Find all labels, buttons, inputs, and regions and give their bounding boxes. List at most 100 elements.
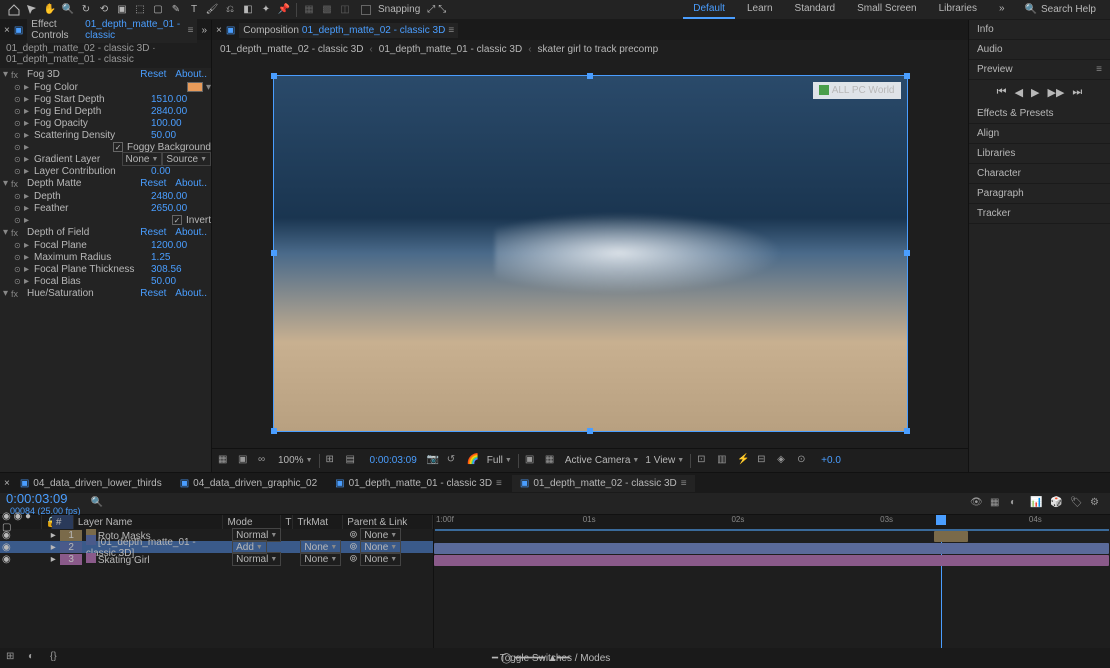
roto-tool-icon[interactable]: ✦ xyxy=(258,2,274,18)
breadcrumb-item[interactable]: skater girl to track precomp xyxy=(538,44,659,55)
handle-tm[interactable] xyxy=(587,73,593,79)
zoom-tool-icon[interactable]: 🔍 xyxy=(60,2,76,18)
tl-tab[interactable]: ▣01_depth_matte_01 - classic 3D≡ xyxy=(327,475,510,492)
rp-info[interactable]: Info xyxy=(969,20,1110,40)
next-frame-icon[interactable]: ▶▶ xyxy=(1048,86,1065,99)
mesh-icon[interactable]: ▦ xyxy=(301,2,317,18)
effect-property[interactable]: ⊙▸Focal Bias50.00 xyxy=(0,275,211,287)
effect-property[interactable]: ⊙▸Feather2650.00 xyxy=(0,202,211,214)
effect-property[interactable]: ⊙▸Fog Color▾ xyxy=(0,81,211,93)
timeline-layer[interactable]: ◉▸3Skating GirlNormal ▼None ▼⊚ None ▼ xyxy=(0,553,433,565)
channel-icon[interactable]: 🌈 xyxy=(467,454,481,468)
motion-blur-icon[interactable]: ◐ xyxy=(1010,497,1024,511)
camera-tool-icon[interactable]: ▣ xyxy=(114,2,130,18)
effect-header[interactable]: ▾fxHue/SaturationResetAbout.. xyxy=(0,287,211,300)
camera-dropdown[interactable]: Active Camera▼ xyxy=(565,455,640,466)
handle-tr[interactable] xyxy=(904,73,910,79)
eraser-tool-icon[interactable]: ◧ xyxy=(240,2,256,18)
effect-property[interactable]: ⊙▸Invert xyxy=(0,214,211,226)
text-tool-icon[interactable]: T xyxy=(186,2,202,18)
zoom-dropdown[interactable]: 100%▼ xyxy=(278,455,313,466)
ws-libraries[interactable]: Libraries xyxy=(929,0,987,19)
rp-effects-presets[interactable]: Effects & Presets xyxy=(969,104,1110,124)
effect-property[interactable]: ⊙▸Fog Opacity100.00 xyxy=(0,117,211,129)
search-help[interactable]: 🔍 Search Help xyxy=(1017,4,1104,15)
breadcrumb-item[interactable]: 01_depth_matte_01 - classic 3D xyxy=(379,44,522,55)
close-icon[interactable]: × xyxy=(216,25,222,36)
handle-bl[interactable] xyxy=(271,428,277,434)
ws-more[interactable]: » xyxy=(989,0,1015,19)
handle-bm[interactable] xyxy=(587,428,593,434)
handle-rm[interactable] xyxy=(904,250,910,256)
roi-icon[interactable]: ▣ xyxy=(525,454,539,468)
first-frame-icon[interactable]: ⏮ xyxy=(997,86,1007,99)
snapshot-icon[interactable]: 📷 xyxy=(427,454,441,468)
toggle-switches[interactable]: Toggle Switches / Modes xyxy=(500,653,611,664)
selection-tool-icon[interactable] xyxy=(24,2,40,18)
rp-libraries[interactable]: Libraries xyxy=(969,144,1110,164)
ws-standard[interactable]: Standard xyxy=(785,0,846,19)
grid-icon[interactable]: ▤ xyxy=(346,454,360,468)
brush-tool-icon[interactable]: 🖌 xyxy=(204,2,220,18)
effect-property[interactable]: ⊙▸Layer Contribution0.00 xyxy=(0,165,211,177)
effect-property[interactable]: ⊙▸Maximum Radius1.25 xyxy=(0,251,211,263)
exposure-value[interactable]: +0.0 xyxy=(817,455,845,466)
breadcrumb-item[interactable]: 01_depth_matte_02 - classic 3D xyxy=(220,44,363,55)
handle-lm[interactable] xyxy=(271,250,277,256)
mesh2-icon[interactable]: ▩ xyxy=(319,2,335,18)
effect-header[interactable]: ▾fxFog 3DResetAbout.. xyxy=(0,68,211,81)
time-ruler[interactable]: 1:00f 01s 02s 03s 04s xyxy=(434,515,1110,529)
snapping-toggle[interactable]: Snapping ⤢⤡ xyxy=(355,4,452,15)
pan-tool-icon[interactable]: ⬚ xyxy=(132,2,148,18)
alpha-icon[interactable]: ▦ xyxy=(218,454,232,468)
frame-blend-icon[interactable]: ▦ xyxy=(990,497,1004,511)
footer-icon[interactable]: ◐ xyxy=(28,651,42,665)
pixel-aspect-icon[interactable]: ▥ xyxy=(717,454,731,468)
layer-bar[interactable] xyxy=(434,543,1109,554)
pen-tool-icon[interactable]: ✎ xyxy=(168,2,184,18)
resolution-dropdown[interactable]: Full▼ xyxy=(487,455,512,466)
graph-icon[interactable]: 📊 xyxy=(1030,497,1044,511)
view-opts-icon[interactable]: ⊡ xyxy=(697,454,711,468)
tl-tab[interactable]: ▣04_data_driven_lower_thirds xyxy=(12,475,170,492)
effect-property[interactable]: ⊙▸Focal Plane Thickness308.56 xyxy=(0,263,211,275)
current-time[interactable]: 0:00:03:09 xyxy=(366,455,421,466)
search-icon[interactable]: 🔍 xyxy=(91,497,105,511)
snapping-checkbox[interactable] xyxy=(361,5,371,15)
col-layer-name[interactable]: Layer Name xyxy=(74,515,224,529)
res-icon[interactable]: ⊞ xyxy=(326,454,340,468)
effect-controls-tab[interactable]: Effect Controls 01_depth_matte_01 - clas… xyxy=(27,17,197,43)
transparency-icon[interactable]: ▦ xyxy=(545,454,559,468)
prev-frame-icon[interactable]: ◀ xyxy=(1015,86,1023,99)
puppet-tool-icon[interactable]: 📌 xyxy=(276,2,292,18)
col-trkmat[interactable]: TrkMat xyxy=(293,515,343,529)
comp-frame[interactable]: ALL PC World xyxy=(273,75,908,432)
rp-preview[interactable]: Preview≡ xyxy=(969,60,1110,80)
timeline-icon[interactable]: ⊟ xyxy=(757,454,771,468)
footer-icon[interactable]: ⊞ xyxy=(6,651,20,665)
render-icon[interactable]: ⚙ xyxy=(1090,497,1104,511)
rp-tracker[interactable]: Tracker xyxy=(969,204,1110,224)
exposure-reset-icon[interactable]: ⊙ xyxy=(797,454,811,468)
home-icon[interactable] xyxy=(6,2,22,18)
footer-icon[interactable]: {} xyxy=(50,651,64,665)
playhead[interactable] xyxy=(936,515,946,525)
col-parent[interactable]: Parent & Link xyxy=(343,515,433,529)
composition-tab[interactable]: Composition 01_depth_matte_02 - classic … xyxy=(239,23,458,38)
fast-preview-icon[interactable]: ⚡ xyxy=(737,454,751,468)
panel-menu-icon[interactable]: » xyxy=(201,25,207,36)
last-frame-icon[interactable]: ⏭ xyxy=(1072,86,1082,99)
effect-property[interactable]: ⊙▸Depth2480.00 xyxy=(0,190,211,202)
clone-tool-icon[interactable]: ⎌ xyxy=(222,2,238,18)
handle-tl[interactable] xyxy=(271,73,277,79)
ws-learn[interactable]: Learn xyxy=(737,0,783,19)
tl-tab-active[interactable]: ▣01_depth_matte_02 - classic 3D≡ xyxy=(512,475,695,492)
rp-character[interactable]: Character xyxy=(969,164,1110,184)
view-dropdown[interactable]: 1 View▼ xyxy=(645,455,684,466)
hand-tool-icon[interactable]: ✋ xyxy=(42,2,58,18)
col-mode[interactable]: Mode xyxy=(223,515,281,529)
show-snapshot-icon[interactable]: ↺ xyxy=(447,454,461,468)
draft3d-icon[interactable]: 🎲 xyxy=(1050,497,1064,511)
shy-icon[interactable]: 👁 xyxy=(970,497,984,511)
play-icon[interactable]: ▶ xyxy=(1031,86,1039,99)
